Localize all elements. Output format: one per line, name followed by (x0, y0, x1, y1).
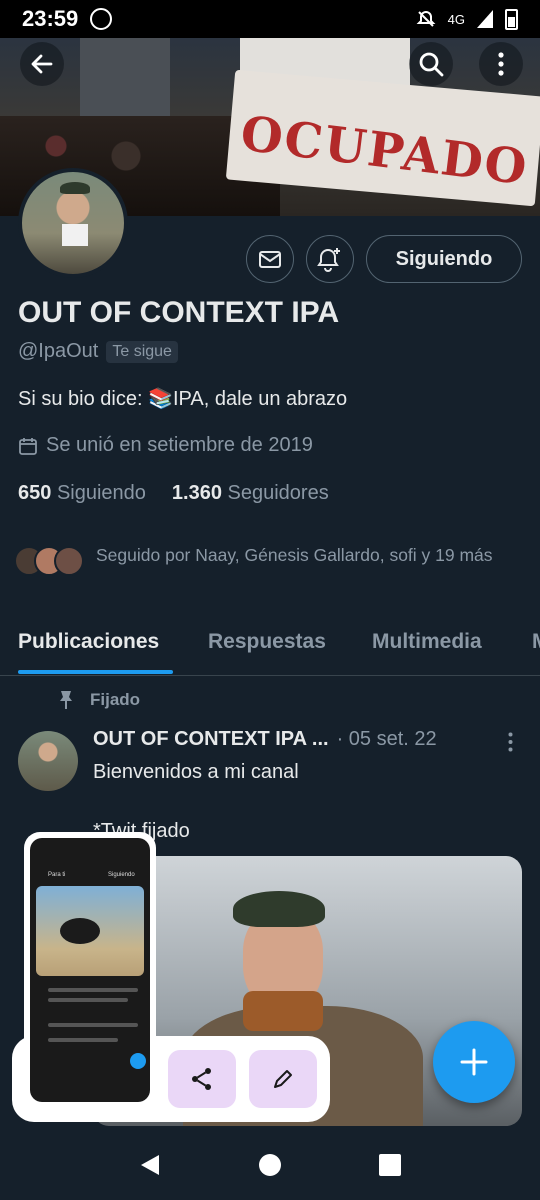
followers-label: Seguidores (227, 482, 329, 504)
thumbnail-tab: Siguiendo (108, 872, 135, 878)
thumbnail-line (48, 1038, 118, 1042)
tab-publicaciones[interactable]: Publicaciones (18, 630, 159, 654)
pinned-text: Fijado (90, 690, 141, 709)
notifications-button[interactable] (306, 235, 354, 283)
status-right: 4G (416, 8, 518, 30)
followed-by-text: Seguido por Naay, Génesis Gallardo, sofi… (96, 545, 493, 565)
post-text: Bienvenidos a mi canal (93, 761, 299, 783)
handle-row: @IpaOut Te sigue (18, 340, 178, 363)
back-nav-icon[interactable] (137, 1152, 163, 1178)
tab-more[interactable]: M (532, 630, 540, 654)
bell-off-icon (416, 10, 436, 27)
back-button[interactable] (20, 42, 64, 86)
signal-icon (477, 10, 493, 28)
post-more-button[interactable] (500, 732, 520, 752)
profile-bio: Si su bio dice: 📚IPA, dale un abrazo (18, 388, 348, 410)
post-date: · 05 set. 22 (336, 728, 437, 750)
share-icon (192, 1068, 211, 1090)
envelope-icon (259, 251, 281, 268)
profile-tabs: Publicaciones Respuestas Multimedia M (0, 612, 540, 676)
battery-icon (505, 8, 518, 30)
profile-name: OUT OF CONTEXT IPA (18, 296, 340, 329)
follower-avatar (54, 546, 84, 576)
home-nav-icon[interactable] (257, 1152, 283, 1178)
status-bar: 23:59 4G (0, 0, 540, 38)
search-icon (419, 52, 444, 77)
follow-stats: 650 Siguiendo 1.360 Seguidores (18, 482, 329, 505)
profile-avatar[interactable] (18, 168, 128, 278)
status-time: 23:59 (22, 6, 79, 31)
followers-count: 1.360 (171, 482, 222, 504)
compose-button[interactable] (433, 1021, 515, 1103)
profile-handle: @IpaOut (18, 340, 99, 362)
following-button[interactable]: Siguiendo (366, 235, 522, 283)
following-stat[interactable]: 650 Siguiendo (18, 482, 146, 505)
whatsapp-icon (90, 8, 113, 30)
thumbnail-content: Para ti Siguiendo (30, 838, 150, 1102)
arrow-left-icon (31, 54, 53, 74)
pencil-icon (274, 1070, 292, 1088)
message-button[interactable] (246, 235, 294, 283)
vertical-ellipsis-icon (508, 732, 512, 752)
post-header: OUT OF CONTEXT IPA ... · 05 set. 22 (93, 728, 437, 751)
calendar-icon (19, 437, 37, 455)
edit-button[interactable] (249, 1050, 317, 1108)
more-options-button[interactable] (479, 42, 523, 86)
media-scarf (243, 991, 323, 1031)
followers-stat[interactable]: 1.360 Seguidores (172, 482, 329, 505)
pushpin-icon (60, 691, 72, 709)
post-avatar[interactable] (18, 731, 78, 791)
follows-you-badge: Te sigue (106, 340, 178, 363)
screenshot-thumbnail[interactable]: Para ti Siguiendo (24, 832, 156, 1108)
search-button[interactable] (409, 42, 453, 86)
joined-text: Se unió en setiembre de 2019 (46, 434, 313, 456)
following-label: Siguiendo (56, 482, 146, 504)
followed-by[interactable]: Seguido por Naay, Génesis Gallardo, sofi… (14, 542, 524, 576)
thumbnail-tab: Para ti (48, 872, 66, 878)
avatar-cap (60, 182, 90, 194)
post-author[interactable]: OUT OF CONTEXT IPA ... (93, 728, 329, 751)
tab-multimedia[interactable]: Multimedia (372, 630, 482, 654)
system-nav-bar (0, 1130, 540, 1200)
bell-plus-icon (317, 248, 340, 272)
thumbnail-line (48, 988, 138, 992)
following-count: 650 (18, 482, 52, 504)
active-tab-indicator (18, 670, 173, 674)
plus-icon (460, 1048, 488, 1076)
followers-avatars (14, 542, 84, 576)
recents-nav-icon[interactable] (377, 1152, 403, 1178)
tab-respuestas[interactable]: Respuestas (208, 630, 326, 654)
thumbnail-line (48, 998, 128, 1002)
joined-date: Se unió en setiembre de 2019 (18, 434, 313, 457)
pinned-label: Fijado (58, 690, 140, 710)
network-type: 4G (447, 11, 465, 27)
vertical-ellipsis-icon (498, 52, 504, 76)
thumbnail-line (48, 1023, 138, 1027)
thumbnail-fab (130, 1053, 146, 1069)
thumbnail-dog (60, 918, 100, 944)
media-hat (233, 891, 325, 927)
avatar-sign (62, 224, 88, 246)
share-button[interactable] (168, 1050, 236, 1108)
